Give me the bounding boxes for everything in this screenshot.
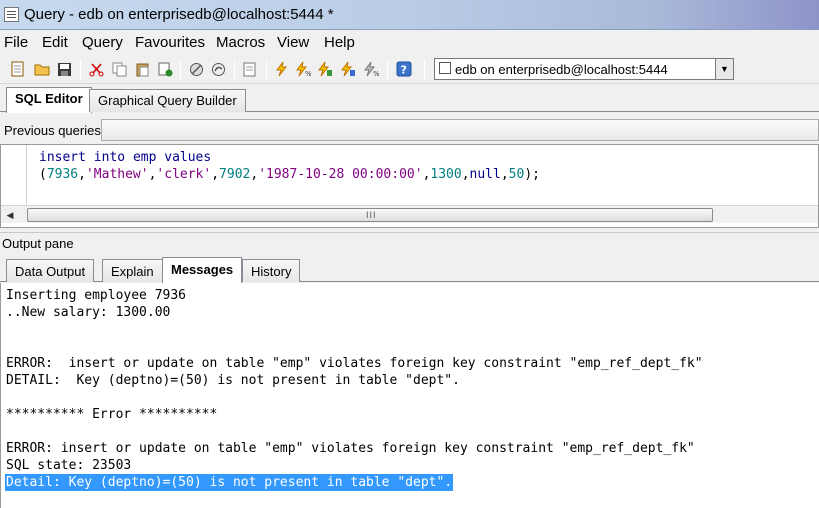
message-line: Inserting employee 7936 [6,288,187,303]
sql-keyword: insert [39,150,86,165]
grip-icon: III [366,210,377,220]
open-folder-icon[interactable] [33,60,51,78]
output-pane-header [0,232,819,254]
sql-punct: ); [524,167,540,182]
sql-string: '1987-10-28 00:00:00' [258,167,423,182]
editor-horizontal-scrollbar[interactable]: ◀ III [1,205,818,223]
menu-macros[interactable]: Macros [216,34,265,51]
scrollbar-thumb[interactable]: III [27,208,713,222]
message-line: ..New salary: 1300.00 [6,305,171,320]
tab-sql-editor[interactable]: SQL Editor [6,87,92,113]
sql-keyword: null [469,167,501,182]
sql-code[interactable]: insert into emp values (7936,'Mathew','c… [39,149,540,183]
connection-value: edb on enterprisedb@localhost:5444 [455,62,668,77]
previous-queries-bar: Previous queries [0,118,819,142]
menu-favourites[interactable]: Favourites [135,34,205,51]
previous-queries-select[interactable] [101,119,819,141]
sql-punct: , [461,167,470,182]
tab-history[interactable]: History [242,259,301,282]
sql-line-1: insert into emp values [39,150,211,165]
scroll-left-icon[interactable]: ◀ [3,208,17,222]
sql-editor[interactable]: insert into emp values (7936,'Mathew','c… [0,144,819,228]
sql-string: 'clerk' [156,167,212,182]
tab-data-output[interactable]: Data Output [6,259,95,282]
sql-string: 'Mathew' [85,167,149,182]
svg-text:%: % [305,70,311,77]
explain-analyze-icon[interactable]: % [362,60,380,78]
selected-message-line: Detail: Key (deptno)=(50) is not present… [5,474,454,491]
save-icon[interactable] [55,60,73,78]
menu-file[interactable]: File [4,34,28,51]
tab-explain[interactable]: Explain [102,259,163,282]
menu-view[interactable]: View [277,34,309,51]
sql-number: 7902 [219,167,251,182]
toolbar-separator [387,60,388,80]
previous-queries-label: Previous queries [4,123,101,138]
output-tab-bar: Data Output Explain Messages History [0,256,819,283]
copy-icon[interactable] [110,60,128,78]
app-icon [4,7,19,22]
tab-graphical-query-builder[interactable]: Graphical Query Builder [89,89,246,112]
editor-tab-bar: SQL Editor Graphical Query Builder [0,86,819,113]
sql-punct: , [500,167,509,182]
execute-to-file-icon[interactable] [316,60,334,78]
sql-number: 50 [508,167,525,182]
toolbar-separator [424,60,425,80]
execute-pgscript-icon[interactable]: % [294,60,312,78]
menu-edit[interactable]: Edit [42,34,68,51]
cancel-icon[interactable] [187,60,205,78]
window-title: Query - edb on enterprisedb@localhost:54… [24,6,334,23]
title-bar: Query - edb on enterprisedb@localhost:54… [0,0,819,30]
export-icon[interactable] [156,60,174,78]
output-pane-label: Output pane [2,236,74,251]
message-line: SQL state: 23503 [6,458,132,473]
sql-number: 7936 [46,167,79,182]
toolbar-separator [234,60,235,80]
sql-punct: ( [39,167,47,182]
message-line: ********** Error ********** [6,407,218,422]
paste-icon[interactable] [133,60,151,78]
menu-bar: File Edit Query Favourites Macros View H… [0,30,819,56]
chevron-down-icon[interactable]: ▼ [715,59,733,79]
sql-keyword: values [164,150,212,165]
connection-select[interactable]: edb on enterprisedb@localhost:5444 ▼ [434,58,734,80]
sql-line-2: (7936,'Mathew','clerk',7902,'1987-10-28 … [39,167,540,182]
sql-number: 1300 [430,167,462,182]
message-line: ERROR: insert or update on table "emp" v… [6,356,703,371]
message-line: ERROR: insert or update on table "emp" v… [6,441,695,456]
open-file-icon[interactable] [9,60,27,78]
message-line: DETAIL: Key (deptno)=(50) is not present… [6,373,460,388]
editor-gutter [1,145,27,205]
menu-help[interactable]: Help [324,34,355,51]
help-icon[interactable]: ? [395,60,413,78]
sql-punct: , [250,167,259,182]
svg-text:%: % [373,70,379,77]
tab-messages[interactable]: Messages [162,257,243,283]
sql-punct: , [211,167,220,182]
sql-keyword: into [93,150,126,165]
execute-icon[interactable] [272,60,290,78]
messages-panel[interactable]: Inserting employee 7936 ..New salary: 13… [0,283,819,508]
sql-identifier: emp [132,150,157,165]
explain-icon[interactable] [339,60,357,78]
clear-icon[interactable] [209,60,227,78]
toolbar-separator [266,60,267,80]
find-icon[interactable] [241,60,259,78]
cut-icon[interactable] [87,60,105,78]
menu-query[interactable]: Query [82,34,123,51]
svg-text:?: ? [401,64,407,77]
toolbar-separator [80,60,81,80]
toolbar-separator [180,60,181,80]
sql-punct: , [78,167,86,182]
connection-checkbox[interactable] [439,62,451,74]
